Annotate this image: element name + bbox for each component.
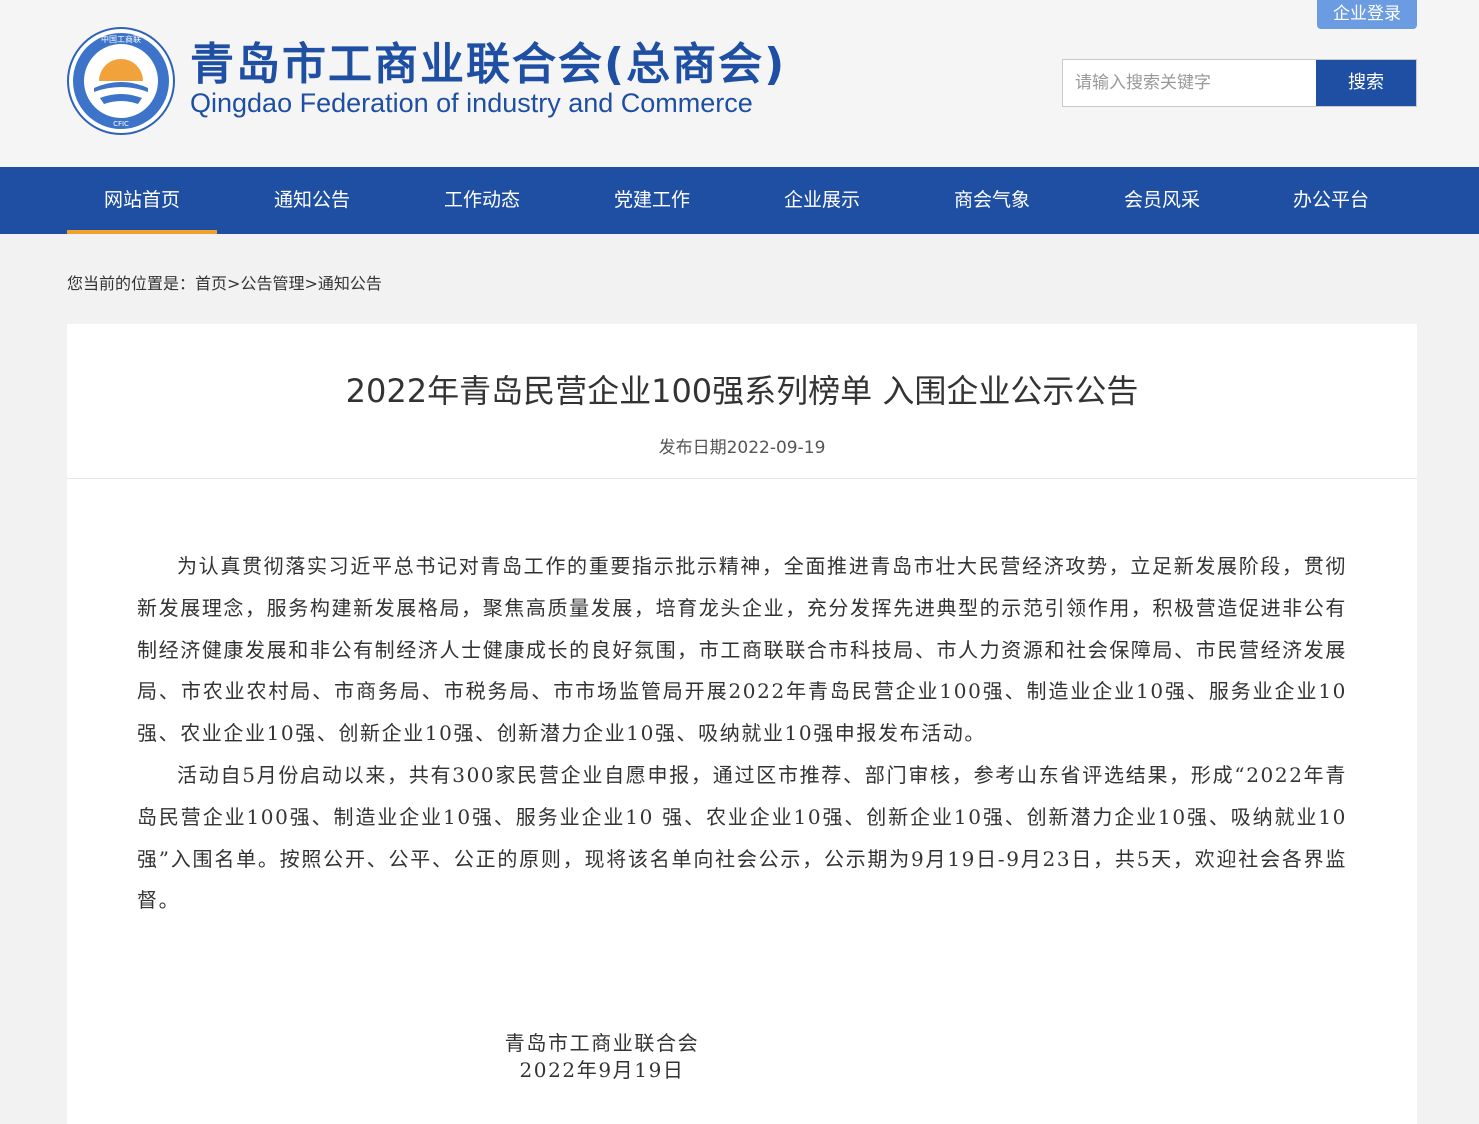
search-box: 搜索 <box>1062 59 1417 107</box>
nav-item-office-platform[interactable]: 办公平台 <box>1256 167 1406 234</box>
nav-item-enterprise-showcase[interactable]: 企业展示 <box>747 167 897 234</box>
site-header: 中国工商联 CFIC 青岛市工商业联合会(总商会) Qingdao Federa… <box>0 0 1479 167</box>
article-panel: 2022年青岛民营企业100强系列榜单 入围企业公示公告 发布日期2022-09… <box>67 324 1417 1124</box>
article-body: 为认真贯彻落实习近平总书记对青岛工作的重要指示批示精神，全面推进青岛市壮大民营经… <box>137 546 1347 922</box>
emblem-bottom-text: CFIC <box>113 120 129 128</box>
site-name-cn[interactable]: 青岛市工商业联合会(总商会) <box>190 28 786 92</box>
search-button[interactable]: 搜索 <box>1316 60 1416 106</box>
nav-item-chamber-style[interactable]: 商会气象 <box>917 167 1067 234</box>
breadcrumb-home-link[interactable]: 首页 <box>195 274 227 293</box>
article-title: 2022年青岛民营企业100强系列榜单 入围企业公示公告 <box>345 372 1139 410</box>
signature-date: 2022年9月19日 <box>519 1058 685 1082</box>
breadcrumb-prefix: 您当前的位置是： <box>67 274 196 293</box>
article-paragraph: 为认真贯彻落实习近平总书记对青岛工作的重要指示批示精神，全面推进青岛市壮大民营经… <box>137 554 1347 746</box>
publish-date: 发布日期2022-09-19 <box>658 438 826 458</box>
breadcrumb-separator: > <box>227 274 241 293</box>
cfic-emblem-icon[interactable]: 中国工商联 CFIC <box>66 26 176 136</box>
breadcrumb-separator: > <box>304 274 318 293</box>
site-name-en[interactable]: Qingdao Federation of industry and Comme… <box>190 88 753 119</box>
nav-item-party-building[interactable]: 党建工作 <box>577 167 727 234</box>
title-divider <box>67 478 1417 479</box>
emblem-text: 中国工商联 <box>101 34 141 44</box>
article-paragraph: 活动自5月份启动以来，共有300家民营企业自愿申报，通过区市推荐、部门审核，参考… <box>137 762 1347 913</box>
signature-organization: 青岛市工商业联合会 <box>504 1031 700 1055</box>
breadcrumb: 您当前的位置是：首页>公告管理>通知公告 <box>67 270 382 294</box>
breadcrumb-notice-management-link[interactable]: 公告管理 <box>240 274 304 293</box>
nav-item-work-news[interactable]: 工作动态 <box>407 167 557 234</box>
nav-item-members[interactable]: 会员风采 <box>1087 167 1237 234</box>
nav-item-notices[interactable]: 通知公告 <box>237 167 387 234</box>
main-nav: 网站首页 通知公告 工作动态 党建工作 企业展示 商会气象 会员风采 办公平台 <box>0 167 1479 234</box>
breadcrumb-notices-link[interactable]: 通知公告 <box>318 274 382 293</box>
enterprise-login-button[interactable]: 企业登录 <box>1317 0 1417 29</box>
nav-item-home[interactable]: 网站首页 <box>67 167 217 234</box>
search-input[interactable] <box>1063 60 1317 106</box>
article-signature: 青岛市工商业联合会 2022年9月19日 <box>497 1030 707 1084</box>
